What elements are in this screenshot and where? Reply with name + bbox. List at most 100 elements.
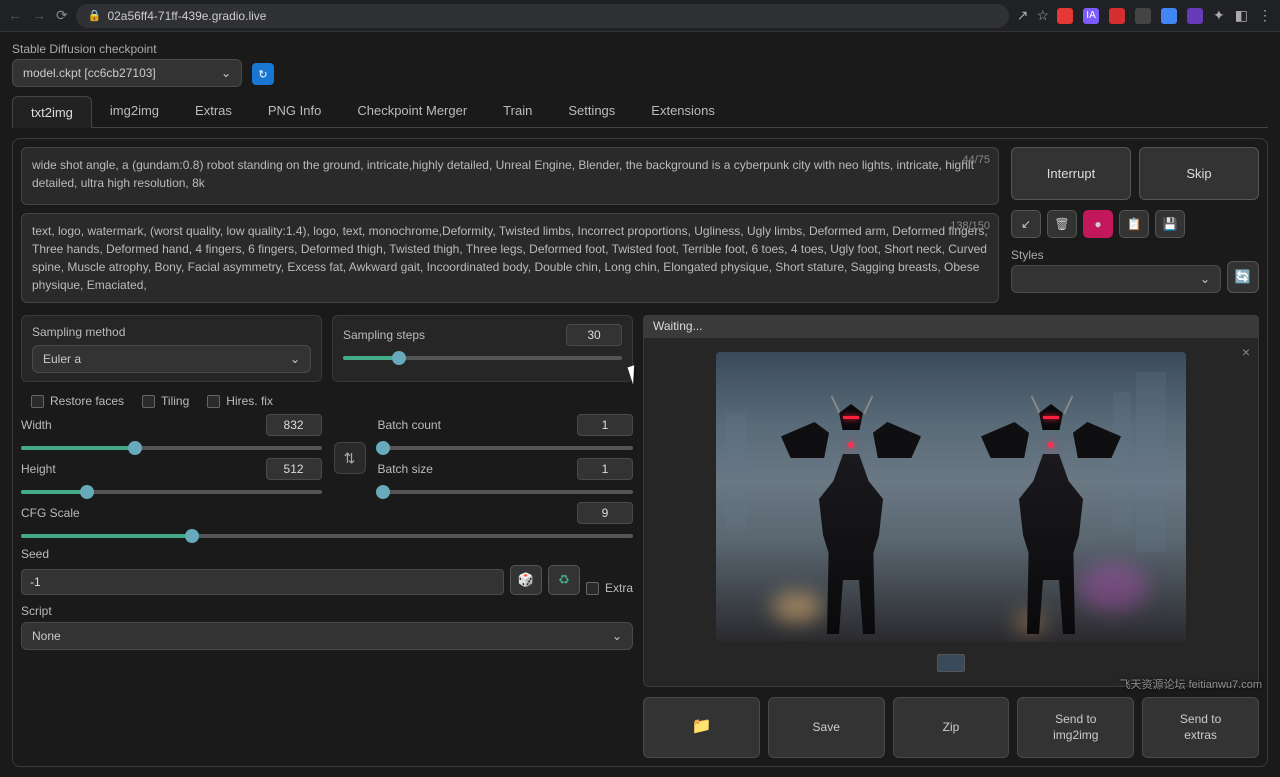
forward-button[interactable]: → bbox=[32, 7, 46, 24]
batch-count-input[interactable]: 1 bbox=[577, 414, 633, 436]
prompt-text: wide shot angle, a (gundam:0.8) robot st… bbox=[32, 158, 974, 190]
restore-faces-checkbox[interactable] bbox=[31, 395, 44, 408]
share-icon[interactable]: ↗ bbox=[1017, 7, 1029, 24]
refresh-checkpoint-button[interactable]: ↻ bbox=[252, 63, 274, 85]
ext-icon-3[interactable] bbox=[1109, 8, 1125, 24]
tab-train[interactable]: Train bbox=[485, 95, 550, 127]
tab-pnginfo[interactable]: PNG Info bbox=[250, 95, 339, 127]
tab-settings[interactable]: Settings bbox=[550, 95, 633, 127]
chevron-down-icon: ⌄ bbox=[290, 352, 300, 366]
tiling-checkbox[interactable] bbox=[142, 395, 155, 408]
cfg-label: CFG Scale bbox=[21, 506, 80, 520]
checkpoint-select[interactable]: model.ckpt [cc6cb27103] ⌄ bbox=[12, 59, 242, 87]
checkpoint-value: model.ckpt [cc6cb27103] bbox=[23, 66, 156, 80]
chevron-down-icon: ⌄ bbox=[1200, 272, 1210, 286]
lock-icon: 🔒 bbox=[88, 9, 102, 22]
styles-label: Styles bbox=[1011, 248, 1221, 262]
height-label: Height bbox=[21, 462, 56, 476]
swap-dimensions-button[interactable]: ⇅ bbox=[334, 442, 366, 474]
batch-size-slider[interactable] bbox=[378, 490, 633, 494]
ext-icon-2[interactable]: IA bbox=[1083, 8, 1099, 24]
chevron-down-icon: ⌄ bbox=[612, 629, 622, 643]
tab-img2img[interactable]: img2img bbox=[92, 95, 177, 127]
extra-label: Extra bbox=[605, 581, 633, 595]
back-button[interactable]: ← bbox=[8, 7, 22, 24]
random-seed-button[interactable]: 🎲 bbox=[510, 565, 542, 595]
sampling-method-label: Sampling method bbox=[32, 325, 125, 339]
ext-icon-1[interactable] bbox=[1057, 8, 1073, 24]
batch-size-input[interactable]: 1 bbox=[577, 458, 633, 480]
negative-prompt-textarea[interactable]: 138/150 text, logo, watermark, (worst qu… bbox=[21, 213, 999, 303]
tab-txt2img[interactable]: txt2img bbox=[12, 96, 92, 128]
arrow-tool-button[interactable]: ↙ bbox=[1011, 210, 1041, 238]
tab-merger[interactable]: Checkpoint Merger bbox=[339, 95, 485, 127]
send-to-extras-button[interactable]: Send toextras bbox=[1142, 697, 1259, 758]
sampling-steps-input[interactable]: 30 bbox=[566, 324, 622, 346]
seed-label: Seed bbox=[21, 547, 49, 561]
neg-prompt-text: text, logo, watermark, (worst quality, l… bbox=[32, 224, 988, 292]
progress-status: Waiting... bbox=[643, 315, 1259, 337]
interrupt-button[interactable]: Interrupt bbox=[1011, 147, 1131, 200]
batch-count-slider[interactable] bbox=[378, 446, 633, 450]
hires-label: Hires. fix bbox=[226, 394, 273, 408]
menu-icon[interactable]: ⋮ bbox=[1258, 7, 1272, 24]
style-dot-button[interactable]: ● bbox=[1083, 210, 1113, 238]
width-slider[interactable] bbox=[21, 446, 322, 450]
batch-size-label: Batch size bbox=[378, 462, 433, 476]
hires-fix-checkbox[interactable] bbox=[207, 395, 220, 408]
save-style-button[interactable]: 💾 bbox=[1155, 210, 1185, 238]
styles-select[interactable]: ⌄ bbox=[1011, 265, 1221, 293]
generated-image[interactable] bbox=[716, 352, 1186, 642]
sampling-method-select[interactable]: Euler a ⌄ bbox=[32, 345, 311, 373]
main-tabs: txt2img img2img Extras PNG Info Checkpoi… bbox=[12, 95, 1268, 128]
tiling-label: Tiling bbox=[161, 394, 189, 408]
reuse-seed-button[interactable]: ♻ bbox=[548, 565, 580, 595]
neg-token-counter: 138/150 bbox=[950, 218, 990, 235]
cfg-slider[interactable] bbox=[21, 534, 633, 538]
sampling-steps-slider[interactable] bbox=[343, 356, 622, 360]
height-slider[interactable] bbox=[21, 490, 322, 494]
seed-input[interactable]: -1 bbox=[21, 569, 504, 595]
width-input[interactable]: 832 bbox=[266, 414, 322, 436]
prompt-token-counter: 44/75 bbox=[962, 152, 990, 169]
apply-style-button[interactable]: 🔄 bbox=[1227, 261, 1259, 293]
thumbnail[interactable] bbox=[937, 654, 965, 672]
url-text: 02a56ff4-71ff-439e.gradio.live bbox=[107, 9, 266, 23]
script-label: Script bbox=[21, 604, 52, 618]
ext-icon-5[interactable] bbox=[1161, 8, 1177, 24]
script-select[interactable]: None ⌄ bbox=[21, 622, 633, 650]
clipboard-button[interactable]: 📋 bbox=[1119, 210, 1149, 238]
skip-button[interactable]: Skip bbox=[1139, 147, 1259, 200]
address-bar[interactable]: 🔒 02a56ff4-71ff-439e.gradio.live bbox=[76, 4, 1009, 28]
sampling-method-value: Euler a bbox=[43, 352, 81, 366]
browser-toolbar: ← → ⟳ 🔒 02a56ff4-71ff-439e.gradio.live ↗… bbox=[0, 0, 1280, 32]
close-preview-button[interactable]: × bbox=[1242, 344, 1250, 360]
width-label: Width bbox=[21, 418, 52, 432]
extensions-icon[interactable]: ✦ bbox=[1213, 7, 1225, 24]
batch-count-label: Batch count bbox=[378, 418, 441, 432]
folder-icon: 📁 bbox=[691, 717, 711, 738]
prompt-textarea[interactable]: 44/75 wide shot angle, a (gundam:0.8) ro… bbox=[21, 147, 999, 205]
send-to-img2img-button[interactable]: Send toimg2img bbox=[1017, 697, 1134, 758]
sidepanel-icon[interactable]: ◧ bbox=[1235, 7, 1248, 24]
ext-icon-4[interactable] bbox=[1135, 8, 1151, 24]
tab-extras[interactable]: Extras bbox=[177, 95, 250, 127]
open-folder-button[interactable]: 📁 bbox=[643, 697, 760, 758]
extension-icons: IA ✦ ◧ ⋮ bbox=[1057, 7, 1272, 24]
checkpoint-label: Stable Diffusion checkpoint bbox=[12, 42, 242, 56]
sampling-steps-label: Sampling steps bbox=[343, 328, 425, 342]
extra-seed-checkbox[interactable] bbox=[586, 582, 599, 595]
save-button[interactable]: Save bbox=[768, 697, 885, 758]
bookmark-icon[interactable]: ☆ bbox=[1036, 7, 1049, 24]
zip-button[interactable]: Zip bbox=[893, 697, 1010, 758]
output-gallery: × bbox=[643, 337, 1259, 687]
trash-button[interactable]: 🗑 bbox=[1047, 210, 1077, 238]
height-input[interactable]: 512 bbox=[266, 458, 322, 480]
reload-button[interactable]: ⟳ bbox=[56, 7, 68, 24]
watermark-text: 飞天资源论坛 feitianwu7.com bbox=[1120, 676, 1262, 692]
cfg-input[interactable]: 9 bbox=[577, 502, 633, 524]
ext-icon-6[interactable] bbox=[1187, 8, 1203, 24]
script-value: None bbox=[32, 629, 61, 643]
chevron-down-icon: ⌄ bbox=[221, 66, 231, 80]
tab-extensions[interactable]: Extensions bbox=[633, 95, 733, 127]
